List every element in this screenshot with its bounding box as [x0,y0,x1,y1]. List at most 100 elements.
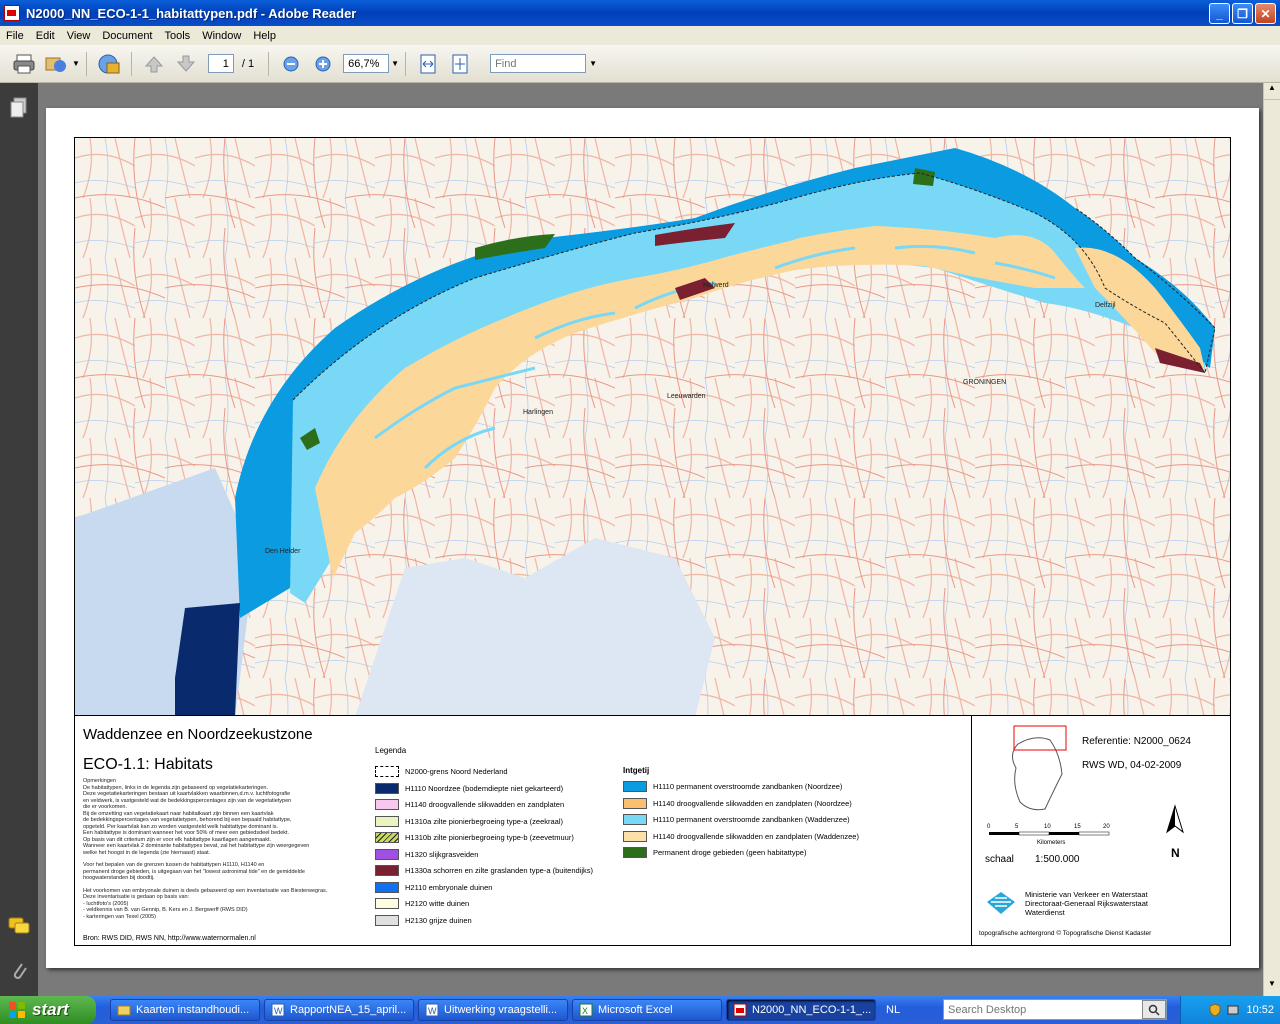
legend-item-swatch [375,782,399,794]
task-uitwerking[interactable]: W Uitwerking vraagstelli... [418,999,568,1021]
intgetij-item-label: Permanent droge gebieden (geen habitatty… [653,848,807,857]
legend-item-label: H2120 witte duinen [405,899,470,908]
map-legend-panel: Waddenzee en Noordzeekustzone ECO-1.1: H… [74,715,1231,946]
find-dropdown-icon[interactable]: ▼ [589,59,597,68]
navigation-pane [0,83,38,996]
svg-text:W: W [274,1006,283,1016]
menu-tools[interactable]: Tools [159,30,197,42]
intgetij-item-label: H1140 droogvallende slikwadden en zandpl… [653,798,852,808]
legend-item-label: H2110 embryonale duinen [405,882,493,892]
scroll-down-icon[interactable]: ▼ [1264,979,1280,996]
legend-item-swatch [375,799,399,810]
print-icon[interactable] [12,52,36,76]
fit-page-icon[interactable] [448,52,472,76]
toolbar: ▼ / 1 ▼ ▼ [0,45,1280,83]
habitat-map[interactable]: Holwerd Delfzijl GRONINGEN Leeuwarden Ha… [74,137,1231,716]
legend-item-swatch [375,848,399,860]
windows-logo-icon [9,1002,25,1018]
menu-file[interactable]: File [0,30,30,42]
zoom-input[interactable] [343,54,390,73]
north-arrow-icon [1163,804,1187,849]
svg-text:X: X [582,1006,588,1016]
language-indicator[interactable]: NL [886,1004,900,1016]
find-input[interactable] [490,54,587,73]
menu-view[interactable]: View [61,30,97,42]
menu-help[interactable]: Help [247,30,282,42]
next-page-icon[interactable] [174,52,198,76]
legend-item-swatch [375,865,399,876]
north-label: N [1171,846,1180,860]
svg-text:20: 20 [1103,824,1110,830]
search-icon[interactable] [1142,1000,1166,1019]
desktop-search-input[interactable] [943,999,1167,1020]
previous-page-icon[interactable] [142,52,166,76]
menu-edit[interactable]: Edit [30,30,61,42]
ministry-text: Ministerie van Verkeer en Waterstaat Dire… [1025,890,1148,917]
system-tray: 10:52 [1180,996,1280,1024]
legend-divider [971,716,972,945]
legend-item-label: H1320 slijkgrasveiden [405,849,479,859]
rws-date: RWS WD, 04-02-2009 [1082,760,1182,771]
pdf-icon [4,5,20,21]
zoom-out-icon[interactable] [279,52,303,76]
word-icon: W [271,1003,285,1017]
close-button[interactable]: ✕ [1255,3,1276,24]
legend-item-label: H1310b zilte pionierbegroeing type-b (ze… [405,833,574,842]
scale-value: 1:500.000 [1035,854,1080,865]
vertical-scrollbar[interactable]: ▲ ▼ [1263,83,1280,996]
page-number-input[interactable] [207,54,234,73]
scroll-up-icon[interactable]: ▲ [1264,83,1280,100]
toolbar-separator [130,51,132,76]
taskbar: start Kaarten instandhoudi... W RapportN… [0,996,1280,1024]
zoom-in-icon[interactable] [311,52,335,76]
page-total: / 1 [241,57,255,70]
legend-item-label: H1140 droogvallende slikwadden en zandpl… [405,800,565,809]
legend-item-label: H1110 Noordzee (bodemdiepte niet gekarte… [405,783,564,793]
intgetij-item-label: H1140 droogvallende slikwadden en zandpl… [653,831,859,841]
security-shield-icon[interactable] [1208,1003,1222,1017]
scale-bar: 0 5 10 15 20 Kilometers [987,820,1117,851]
toolbar-separator [268,51,270,76]
pdf-page: Holwerd Delfzijl GRONINGEN Leeuwarden Ha… [46,108,1259,968]
attachments-icon[interactable] [10,960,28,987]
toolbar-separator [85,51,87,76]
legend-item-label: H1330a schorren en zilte graslanden type… [405,866,594,875]
task-rapport[interactable]: W RapportNEA_15_april... [264,999,414,1021]
place-den-helder: Den Helder [265,548,301,555]
menu-window[interactable]: Window [196,30,247,42]
maximize-button[interactable]: ❐ [1232,3,1253,24]
minimize-button[interactable]: _ [1209,3,1230,24]
zoom-dropdown-icon[interactable]: ▼ [391,59,399,68]
svg-text:10: 10 [1044,824,1051,830]
noordzee-deep [175,603,240,715]
document-area: Holwerd Delfzijl GRONINGEN Leeuwarden Ha… [0,83,1280,996]
task-kaarten[interactable]: Kaarten instandhoudi... [110,999,260,1021]
intgetij-heading: Intgetij [623,766,650,775]
secure-icon[interactable] [97,52,121,76]
map-source: Bron: RWS DID, RWS NN, http://www.watern… [83,935,256,942]
excel-icon: X [579,1003,593,1017]
pages-icon[interactable] [10,97,28,124]
comments-icon[interactable] [8,917,30,940]
network-icon[interactable] [1226,1003,1240,1017]
collaborate-icon[interactable] [44,52,68,76]
legend-item-swatch [375,914,399,926]
fit-width-icon[interactable] [416,52,440,76]
clock[interactable]: 10:52 [1246,1004,1274,1016]
chevron-down-icon[interactable]: ▼ [72,59,80,68]
task-excel[interactable]: X Microsoft Excel [572,999,722,1021]
place-holwerd: Holwerd [703,282,729,289]
title-bar: N2000_NN_ECO-1-1_habitattypen.pdf - Adob… [0,0,1280,26]
menu-document[interactable]: Document [96,30,158,42]
intgetij-item-label: H1110 permanent overstroomde zandbanken … [653,815,850,824]
intgetij-item-swatch [623,797,647,809]
legend-item-swatch [375,832,399,843]
pdf-icon [733,1003,747,1017]
window-title: N2000_NN_ECO-1-1_habitattypen.pdf - Adob… [26,5,357,21]
legend-item-swatch [375,766,399,777]
start-button[interactable]: start [0,996,96,1024]
background-credit: topografische achtergrond © Topografisch… [979,930,1152,937]
svg-text:W: W [428,1006,437,1016]
task-adobe-reader[interactable]: N2000_NN_ECO-1-1_... [726,999,876,1021]
overview-minimap [990,724,1080,819]
